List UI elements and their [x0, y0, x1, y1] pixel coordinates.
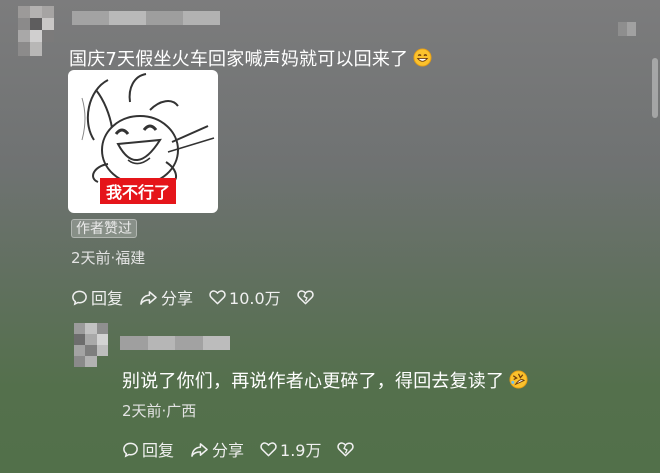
reply-button[interactable]: 回复 — [71, 285, 123, 309]
share-icon — [140, 290, 157, 305]
reply-avatar[interactable] — [74, 323, 108, 367]
rolling-laughing-emoji-icon — [509, 370, 528, 393]
author-liked-badge: 作者赞过 — [71, 219, 137, 238]
comment-meta: 2天前·福建 — [71, 249, 146, 267]
avatar[interactable] — [18, 6, 54, 56]
grinning-face-emoji-icon — [413, 48, 432, 71]
like-count: 1.9万 — [280, 441, 322, 460]
username[interactable] — [72, 11, 220, 25]
sticker-image[interactable]: 我不行了 — [68, 70, 218, 213]
username-tail — [618, 22, 636, 36]
share-button[interactable]: 分享 — [190, 437, 244, 461]
reply-actions: 回复 分享 1.9万 — [122, 437, 373, 461]
broken-heart-icon — [296, 290, 314, 305]
reply-username[interactable] — [120, 336, 230, 350]
reply-text: 别说了你们，再说作者心更碎了，得回去复读了 — [122, 367, 528, 393]
sticker-caption: 我不行了 — [100, 178, 177, 204]
comment-text: 国庆7天假坐火车回家喊声妈就可以回来了 — [69, 45, 432, 71]
reply-icon — [72, 290, 87, 305]
share-icon — [191, 442, 208, 457]
share-label: 分享 — [212, 441, 245, 460]
scrollbar[interactable] — [652, 58, 658, 118]
heart-icon — [260, 442, 277, 457]
reply-icon — [123, 442, 138, 457]
dislike-button[interactable] — [337, 441, 357, 457]
reply-label: 回复 — [91, 289, 124, 308]
reply-label: 回复 — [142, 441, 175, 460]
dislike-button[interactable] — [296, 289, 317, 305]
share-button[interactable]: 分享 — [139, 285, 193, 309]
reply-meta: 2天前·广西 — [122, 402, 197, 420]
comment-actions: 回复 分享 10.0万 — [71, 285, 333, 309]
share-label: 分享 — [161, 289, 194, 308]
broken-heart-icon — [337, 442, 355, 457]
like-count: 10.0万 — [229, 289, 281, 308]
like-button[interactable]: 10.0万 — [209, 285, 281, 309]
heart-icon — [209, 290, 226, 305]
reply-button[interactable]: 回复 — [122, 437, 174, 461]
like-button[interactable]: 1.9万 — [260, 437, 321, 461]
